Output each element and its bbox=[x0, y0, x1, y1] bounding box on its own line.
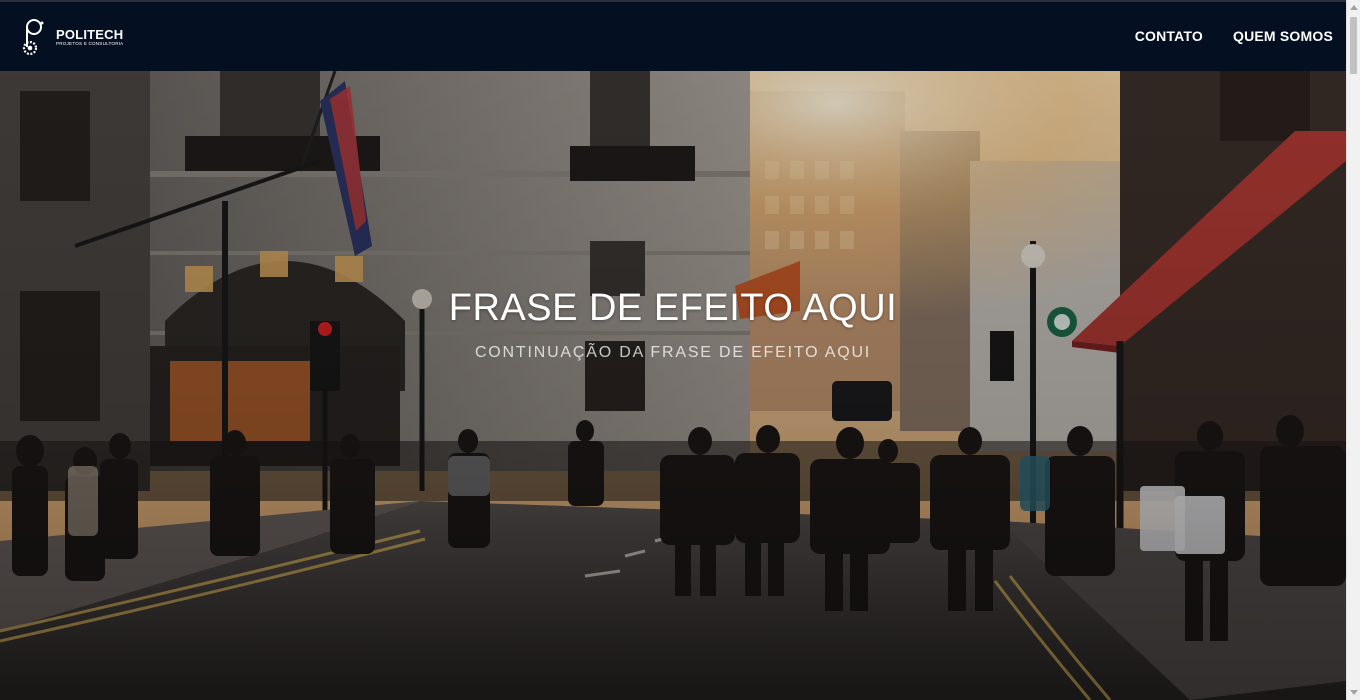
scroll-down-arrow-icon[interactable] bbox=[1350, 690, 1358, 695]
brand-name: POLITECH bbox=[56, 26, 124, 42]
nav-menu: CONTATO QUEM SOMOS bbox=[1135, 28, 1333, 44]
gear-p-logo-icon bbox=[22, 19, 44, 56]
scroll-thumb[interactable] bbox=[1350, 17, 1357, 74]
hero-banner: FRASE DE EFEITO AQUI CONTINUAÇÃO DA FRAS… bbox=[0, 71, 1346, 700]
city-street-photo bbox=[0, 71, 1346, 700]
brand-logo[interactable]: POLITECH PROJETOS E CONSULTORIA bbox=[18, 15, 138, 59]
page-scrollbar[interactable] bbox=[1346, 0, 1360, 700]
scroll-up-arrow-icon[interactable] bbox=[1350, 5, 1358, 10]
hero-headline: FRASE DE EFEITO AQUI bbox=[448, 287, 898, 329]
hero-subheadline: CONTINUAÇÃO DA FRASE DE EFEITO AQUI bbox=[474, 344, 872, 361]
top-navbar: POLITECH PROJETOS E CONSULTORIA CONTATO … bbox=[0, 0, 1346, 71]
nav-link-quem-somos[interactable]: QUEM SOMOS bbox=[1233, 28, 1333, 44]
nav-link-contato[interactable]: CONTATO bbox=[1135, 28, 1203, 44]
brand-tagline: PROJETOS E CONSULTORIA bbox=[56, 40, 124, 46]
